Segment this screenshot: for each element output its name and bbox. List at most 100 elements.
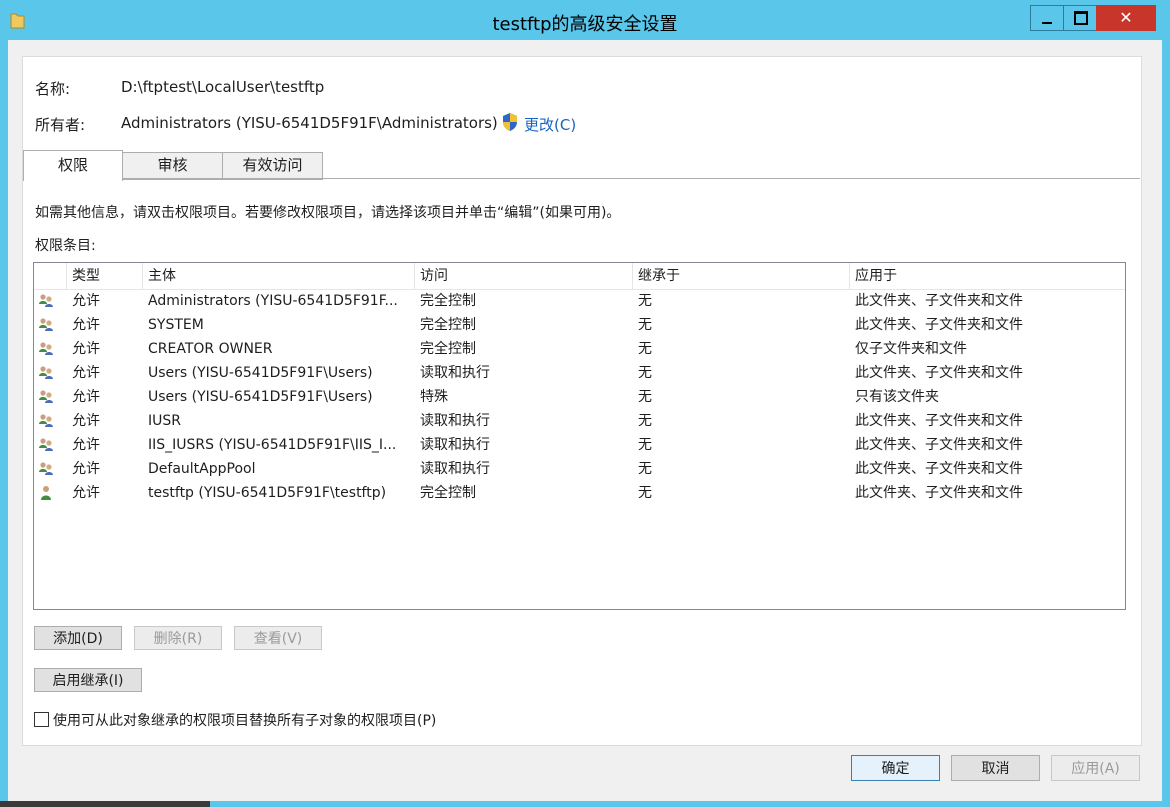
cell-applies-to: 此文件夹、子文件夹和文件 [855,413,1023,429]
replace-child-permissions-checkbox[interactable] [34,712,49,727]
cell-applies-to: 仅子文件夹和文件 [855,341,967,357]
group-users-icon [38,341,54,357]
cell-access: 读取和执行 [420,437,490,453]
cell-principal: IUSR [148,413,181,429]
cell-type: 允许 [72,437,100,453]
cell-type: 允许 [72,413,100,429]
cell-applies-to: 此文件夹、子文件夹和文件 [855,317,1023,333]
cell-applies-to: 此文件夹、子文件夹和文件 [855,461,1023,477]
cell-type: 允许 [72,485,100,501]
permission-entries-list[interactable]: 类型 主体 访问 继承于 应用于 允许 Administrators (YISU-… [33,262,1126,610]
table-row[interactable]: 允许 Users (YISU-6541D5F91F\Users) 读取和执行 无 此文件… [34,361,1125,385]
table-row[interactable]: 允许 IIS_IUSRS (YISU-6541D5F91F\IIS_I... 读取和… [34,433,1125,457]
cell-inherited-from: 无 [638,389,652,405]
cell-access: 特殊 [420,389,448,405]
view-button[interactable]: 查看(V) [234,626,322,650]
cell-type: 允许 [72,365,100,381]
cell-inherited-from: 无 [638,413,652,429]
group-users-icon [38,293,54,309]
group-users-icon [38,389,54,405]
replace-child-permissions-label[interactable]: 使用可从此对象继承的权限项目替换所有子对象的权限项目(P) [53,710,436,730]
group-users-icon [38,461,54,477]
instruction-text: 如需其他信息，请双击权限项目。若要修改权限项目，请选择该项目并单击“编辑”(如果… [35,205,621,221]
tab-divider [23,178,1140,179]
cell-applies-to: 此文件夹、子文件夹和文件 [855,437,1023,453]
tab-effective-access[interactable]: 有效访问 [222,152,323,180]
ok-button[interactable]: 确定 [851,755,940,781]
column-header-access[interactable]: 访问 [415,263,633,289]
close-icon: ✕ [1119,8,1133,27]
cell-access: 完全控制 [420,317,476,333]
cell-inherited-from: 无 [638,293,652,309]
cell-principal: SYSTEM [148,317,204,333]
window-border-left [0,40,8,807]
group-users-icon [38,437,54,453]
remove-button[interactable]: 删除(R) [134,626,222,650]
cell-principal: Users (YISU-6541D5F91F\Users) [148,389,373,405]
cell-principal: IIS_IUSRS (YISU-6541D5F91F\IIS_I... [148,437,397,453]
column-header-applies-to[interactable]: 应用于 [850,263,1125,289]
cell-access: 完全控制 [420,485,476,501]
cell-inherited-from: 无 [638,437,652,453]
column-header-icon[interactable] [34,263,67,289]
cell-access: 完全控制 [420,341,476,357]
group-users-icon [38,365,54,381]
name-value: D:\ftptest\LocalUser\testftp [121,78,325,96]
window-title: testftp的高级安全设置 [492,14,678,35]
list-header: 类型 主体 访问 继承于 应用于 [34,263,1125,290]
cell-applies-to: 此文件夹、子文件夹和文件 [855,293,1023,309]
cell-principal: testftp (YISU-6541D5F91F\testftp) [148,485,387,501]
cell-type: 允许 [72,341,100,357]
table-row[interactable]: 允许 CREATOR OWNER 完全控制 无 仅子文件夹和文件 [34,337,1125,361]
uac-shield-icon [503,113,517,131]
cell-access: 读取和执行 [420,461,490,477]
cell-inherited-from: 无 [638,485,652,501]
tab-auditing[interactable]: 审核 [122,152,223,180]
cell-inherited-from: 无 [638,365,652,381]
column-header-type[interactable]: 类型 [67,263,143,289]
table-row[interactable]: 允许 testftp (YISU-6541D5F91F\testftp) 完全控制 无… [34,481,1125,505]
close-button[interactable]: ✕ [1096,5,1156,31]
cell-principal: Users (YISU-6541D5F91F\Users) [148,365,373,381]
cell-type: 允许 [72,293,100,309]
owner-value: Administrators (YISU-6541D5F91F\Administ… [121,114,498,132]
tab-permissions[interactable]: 权限 [23,150,123,181]
add-button[interactable]: 添加(D) [34,626,122,650]
enable-inheritance-button[interactable]: 启用继承(I) [34,668,142,692]
cell-principal: Administrators (YISU-6541D5F91F... [148,293,398,309]
cancel-button[interactable]: 取消 [951,755,1040,781]
change-owner-link[interactable]: 更改(C) [524,114,576,135]
table-row[interactable]: 允许 DefaultAppPool 读取和执行 无 此文件夹、子文件夹和文件 [34,457,1125,481]
owner-label: 所有者: [35,116,86,134]
table-row[interactable]: 允许 IUSR 读取和执行 无 此文件夹、子文件夹和文件 [34,409,1125,433]
single-user-icon [38,485,54,501]
cell-principal: CREATOR OWNER [148,341,273,357]
maximize-button[interactable] [1063,5,1097,31]
name-label: 名称: [35,80,71,98]
group-users-icon [38,317,54,333]
entries-label: 权限条目: [35,238,96,254]
window-border-right [1162,40,1170,807]
cell-access: 完全控制 [420,293,476,309]
cell-inherited-from: 无 [638,461,652,477]
group-users-icon [38,413,54,429]
minimize-button[interactable] [1030,5,1063,31]
title-bar[interactable]: testftp的高级安全设置 ✕ [0,0,1170,40]
column-header-inherited-from[interactable]: 继承于 [633,263,850,289]
cell-principal: DefaultAppPool [148,461,256,477]
cell-applies-to: 只有该文件夹 [855,389,939,405]
cell-type: 允许 [72,389,100,405]
cell-inherited-from: 无 [638,341,652,357]
taskbar-edge [0,801,210,807]
cell-inherited-from: 无 [638,317,652,333]
cell-type: 允许 [72,461,100,477]
column-header-principal[interactable]: 主体 [143,263,415,289]
cell-access: 读取和执行 [420,365,490,381]
cell-type: 允许 [72,317,100,333]
cell-applies-to: 此文件夹、子文件夹和文件 [855,365,1023,381]
cell-access: 读取和执行 [420,413,490,429]
table-row[interactable]: 允许 Users (YISU-6541D5F91F\Users) 特殊 无 只有该文件夹 [34,385,1125,409]
table-row[interactable]: 允许 SYSTEM 完全控制 无 此文件夹、子文件夹和文件 [34,313,1125,337]
apply-button[interactable]: 应用(A) [1051,755,1140,781]
table-row[interactable]: 允许 Administrators (YISU-6541D5F91F... 完全控制… [34,289,1125,313]
